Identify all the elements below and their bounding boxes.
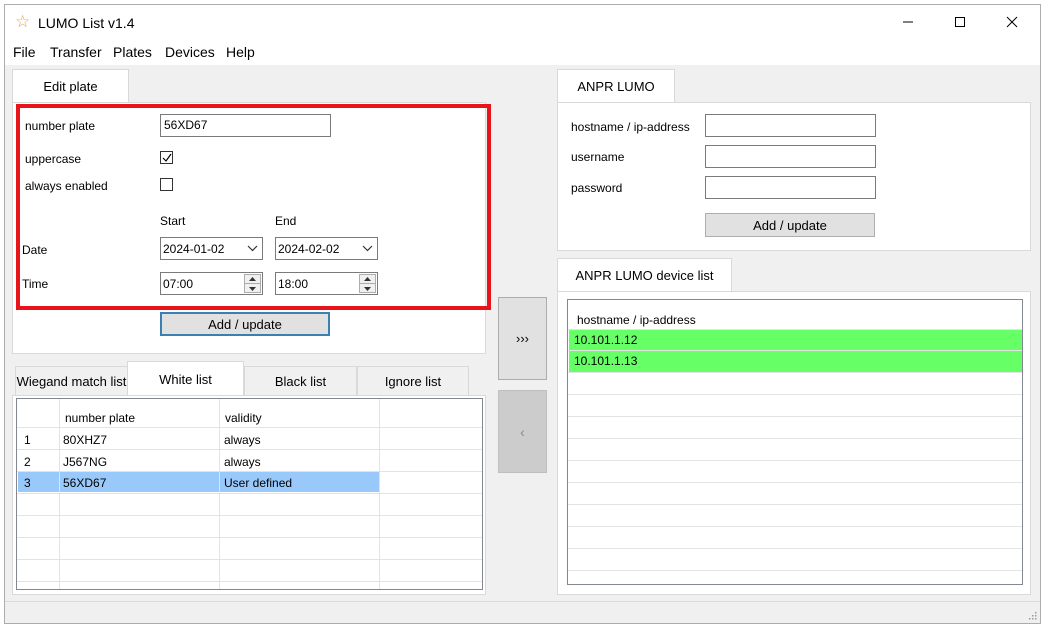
add-update-device-label: Add / update [753,217,827,233]
table-row-validity[interactable]: always [224,433,261,447]
tab-device-list[interactable]: ANPR LUMO device list [557,258,732,292]
table-row-index[interactable]: 1 [24,433,31,447]
menu-transfer[interactable]: Transfer [50,44,102,60]
tab-edit-plate[interactable]: Edit plate [12,69,129,103]
table-row-validity[interactable]: User defined [224,476,292,490]
add-update-plate-label: Add / update [208,316,282,332]
menu-help[interactable]: Help [226,44,255,60]
window-title: LUMO List v1.4 [38,15,135,31]
minimize-button[interactable] [885,5,931,39]
tab-wiegand-match-list[interactable]: Wiegand match list [15,366,128,396]
column-header-hostname[interactable]: hostname / ip-address [577,313,696,327]
app-window: ☆ LUMO List v1.4 File Transfer Plates De… [4,4,1041,624]
hostname-label: hostname / ip-address [571,120,690,134]
add-update-plate-button[interactable]: Add / update [160,312,330,336]
username-label: username [571,150,625,164]
tab-white-label: White list [159,372,212,387]
list-item[interactable]: 10.101.1.13 [569,351,1022,372]
transfer-left-label: ‹ [520,423,525,440]
status-bar [5,601,1040,623]
maximize-button[interactable] [937,5,983,39]
hostname-input[interactable] [705,114,876,137]
tab-device-list-label: ANPR LUMO device list [575,268,714,283]
close-icon [1006,16,1018,28]
transfer-left-button[interactable]: ‹ [498,390,547,473]
table-row-validity[interactable]: always [224,455,261,469]
menu-bar: File Transfer Plates Devices Help [5,39,1040,65]
tab-anpr-lumo-label: ANPR LUMO [577,79,655,94]
title-bar[interactable]: ☆ LUMO List v1.4 [5,5,1040,39]
resize-grip-icon [1029,612,1037,620]
tab-ignore-label: Ignore list [384,373,442,389]
username-input[interactable] [705,145,876,168]
table-row-index[interactable]: 2 [24,455,31,469]
device-table[interactable]: hostname / ip-address 10.101.1.12 10.101… [567,299,1023,585]
transfer-right-button[interactable]: ››› [498,297,547,380]
column-header-validity[interactable]: validity [225,411,262,425]
star-icon: ☆ [15,12,31,32]
menu-plates[interactable]: Plates [113,44,152,60]
menu-file[interactable]: File [13,44,36,60]
tab-black-label: Black list [274,373,327,389]
close-button[interactable] [989,5,1035,39]
tab-white-list[interactable]: White list [127,361,244,397]
transfer-right-label: ››› [516,331,529,346]
highlight-box [16,104,491,310]
table-row-plate[interactable]: 56XD67 [63,476,106,490]
add-update-device-button[interactable]: Add / update [705,213,875,237]
tab-ignore-list[interactable]: Ignore list [357,366,469,396]
table-row-index[interactable]: 3 [24,476,31,490]
tab-edit-plate-label: Edit plate [43,79,98,94]
tab-wiegand-label: Wiegand match list [16,373,127,389]
device-hostname: 10.101.1.13 [574,354,638,368]
column-header-number-plate[interactable]: number plate [65,411,135,425]
table-row-plate[interactable]: J567NG [63,455,107,469]
list-item[interactable]: 10.101.1.12 [569,330,1022,350]
device-hostname: 10.101.1.12 [574,333,638,347]
maximize-icon [955,17,965,27]
tab-black-list[interactable]: Black list [244,366,357,396]
table-row-plate[interactable]: 80XHZ7 [63,433,107,447]
tab-anpr-lumo[interactable]: ANPR LUMO [557,69,675,103]
minimize-icon [903,21,913,23]
plate-table[interactable]: number plate validity 1 80XHZ7 always 2 … [16,398,483,590]
password-label: password [571,181,623,195]
password-input[interactable] [705,176,876,199]
menu-devices[interactable]: Devices [165,44,215,60]
